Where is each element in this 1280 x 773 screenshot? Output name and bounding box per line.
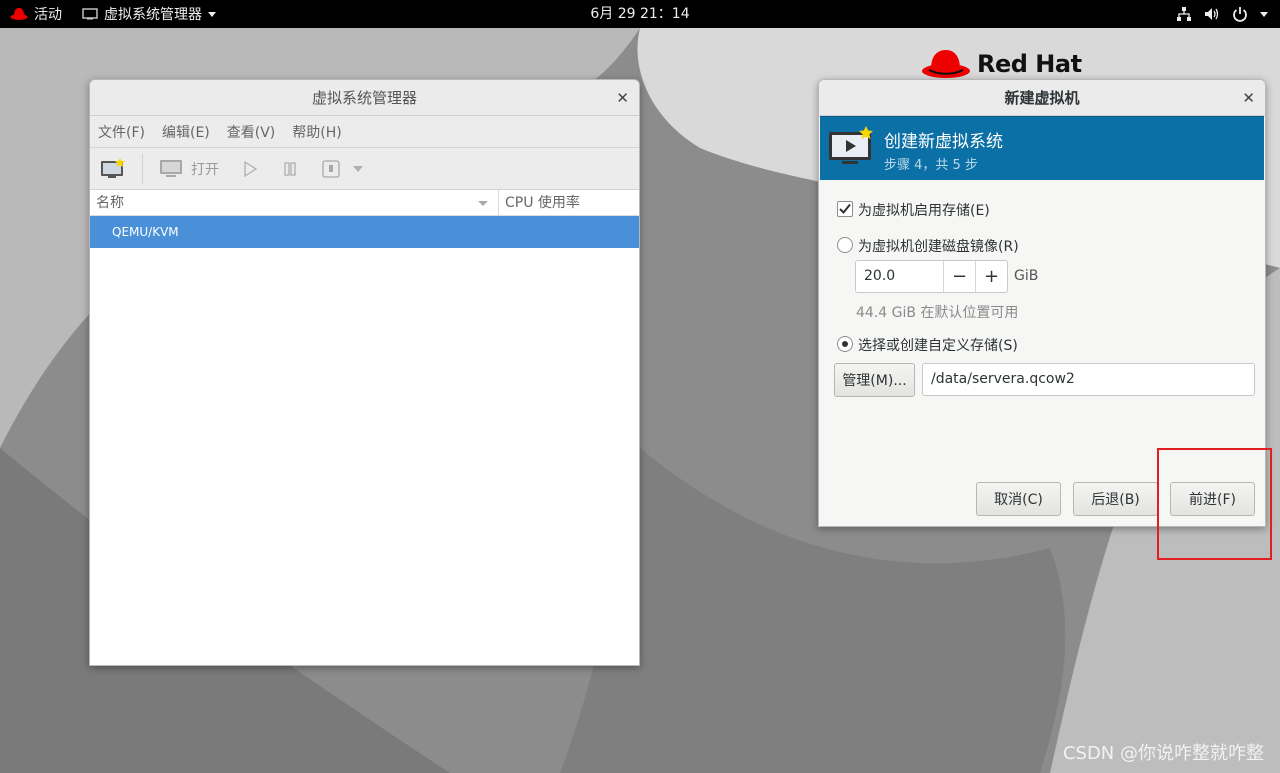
create-disk-label[interactable]: 为虚拟机创建磁盘镜像(R) (858, 236, 1019, 256)
column-name-label: 名称 (96, 195, 124, 211)
column-name[interactable]: 名称 (90, 190, 499, 215)
menu-help[interactable]: 帮助(H) (292, 122, 341, 142)
pause-button[interactable] (281, 160, 299, 178)
enable-storage-checkbox[interactable] (837, 201, 853, 217)
connection-name: QEMU/KVM (112, 225, 179, 239)
open-button-label: 打开 (191, 161, 219, 178)
radio-dot (842, 341, 848, 347)
power-icon (1233, 7, 1247, 22)
play-icon (244, 160, 258, 177)
disk-size-spinbox[interactable]: 20.0 − + (855, 260, 1008, 293)
activities-button[interactable]: 活动 (10, 0, 62, 28)
redhat-logo-text: Red Hat (977, 50, 1082, 78)
dialog-title-bar[interactable]: 新建虚拟机 ✕ (819, 80, 1265, 116)
new-vm-icon (829, 126, 873, 164)
vm-list-row-selected[interactable]: QEMU/KVM (90, 216, 639, 248)
top-bar: 活动 虚拟系统管理器 6月 29 21：14 (0, 0, 1280, 28)
dialog-body: 为虚拟机启用存储(E) 为虚拟机创建磁盘镜像(R) 20.0 − + GiB 4… (819, 180, 1265, 480)
chevron-down-icon (1260, 11, 1268, 17)
custom-storage-radio[interactable] (837, 336, 853, 352)
app-menu[interactable]: 虚拟系统管理器 (82, 0, 216, 28)
cancel-button[interactable]: 取消(C) (976, 482, 1061, 516)
dialog-title: 新建虚拟机 (1004, 89, 1080, 107)
manage-button[interactable]: 管理(M)... (834, 363, 915, 397)
sort-chevron-down-icon (478, 201, 488, 206)
disk-size-unit: GiB (1014, 268, 1039, 284)
create-disk-radio[interactable] (837, 237, 853, 253)
toolbar: 打开 (90, 148, 639, 190)
volume-icon (1205, 8, 1219, 20)
menu-edit[interactable]: 编辑(E) (162, 122, 210, 142)
wizard-banner: 创建新虚拟系统 步骤 4，共 5 步 (820, 116, 1264, 180)
storage-path-value: /data/servera.qcow2 (931, 371, 1075, 387)
enable-storage-label[interactable]: 为虚拟机启用存储(E) (858, 200, 990, 220)
menu-view[interactable]: 查看(V) (227, 122, 276, 142)
storage-path-input[interactable]: /data/servera.qcow2 (922, 363, 1255, 396)
redhat-hat-icon (10, 8, 28, 20)
back-button-label: 后退(B) (1091, 492, 1140, 508)
shutdown-menu-chevron-down-icon[interactable] (353, 165, 363, 172)
app-menu-label: 虚拟系统管理器 (104, 7, 202, 23)
clock[interactable]: 6月 29 21：14 (590, 6, 689, 22)
pause-icon (284, 161, 296, 176)
close-icon[interactable]: ✕ (1242, 80, 1255, 116)
menu-bar: 文件(F) 编辑(E) 查看(V) 帮助(H) (90, 116, 639, 148)
manager-title: 虚拟系统管理器 (311, 89, 417, 107)
run-button[interactable] (241, 160, 259, 178)
column-cpu[interactable]: CPU 使用率 (499, 190, 580, 215)
shutdown-button[interactable] (321, 159, 341, 179)
available-space-text: 44.4 GiB 在默认位置可用 (856, 305, 1019, 321)
redhat-hat-icon (922, 50, 970, 78)
activities-label: 活动 (34, 7, 62, 23)
vm-list-header: 名称 CPU 使用率 (90, 190, 639, 216)
shutdown-icon (322, 159, 340, 178)
virt-manager-icon (82, 8, 98, 20)
open-button[interactable]: 打开 (159, 159, 219, 179)
highlight-box (1157, 448, 1272, 560)
increase-button[interactable]: + (975, 261, 1007, 292)
manager-title-bar[interactable]: 虚拟系统管理器 ✕ (90, 80, 639, 116)
back-button[interactable]: 后退(B) (1073, 482, 1158, 516)
chevron-down-icon (208, 11, 216, 17)
close-icon[interactable]: ✕ (616, 80, 629, 116)
wizard-title: 创建新虚拟系统 (884, 132, 1003, 152)
wizard-step: 步骤 4，共 5 步 (884, 158, 978, 173)
checkmark-icon (839, 203, 851, 214)
manage-button-label: 管理(M)... (842, 373, 907, 389)
redhat-logo: Red Hat (921, 48, 1082, 80)
cancel-button-label: 取消(C) (994, 492, 1043, 508)
menu-file[interactable]: 文件(F) (98, 122, 145, 142)
system-tray[interactable] (1176, 0, 1268, 28)
column-cpu-label: CPU 使用率 (505, 195, 580, 211)
decrease-button[interactable]: − (943, 261, 975, 292)
new-vm-icon[interactable] (100, 157, 126, 180)
monitor-icon (160, 159, 182, 177)
manager-window: 虚拟系统管理器 ✕ 文件(F) 编辑(E) 查看(V) 帮助(H) 打开 名称 … (89, 79, 640, 666)
watermark: CSDN @你说咋整就咋整 (1062, 743, 1264, 764)
vm-list-body[interactable] (90, 248, 639, 665)
network-icon (1177, 7, 1191, 21)
disk-size-value[interactable]: 20.0 (856, 261, 943, 292)
custom-storage-label[interactable]: 选择或创建自定义存储(S) (858, 335, 1018, 355)
